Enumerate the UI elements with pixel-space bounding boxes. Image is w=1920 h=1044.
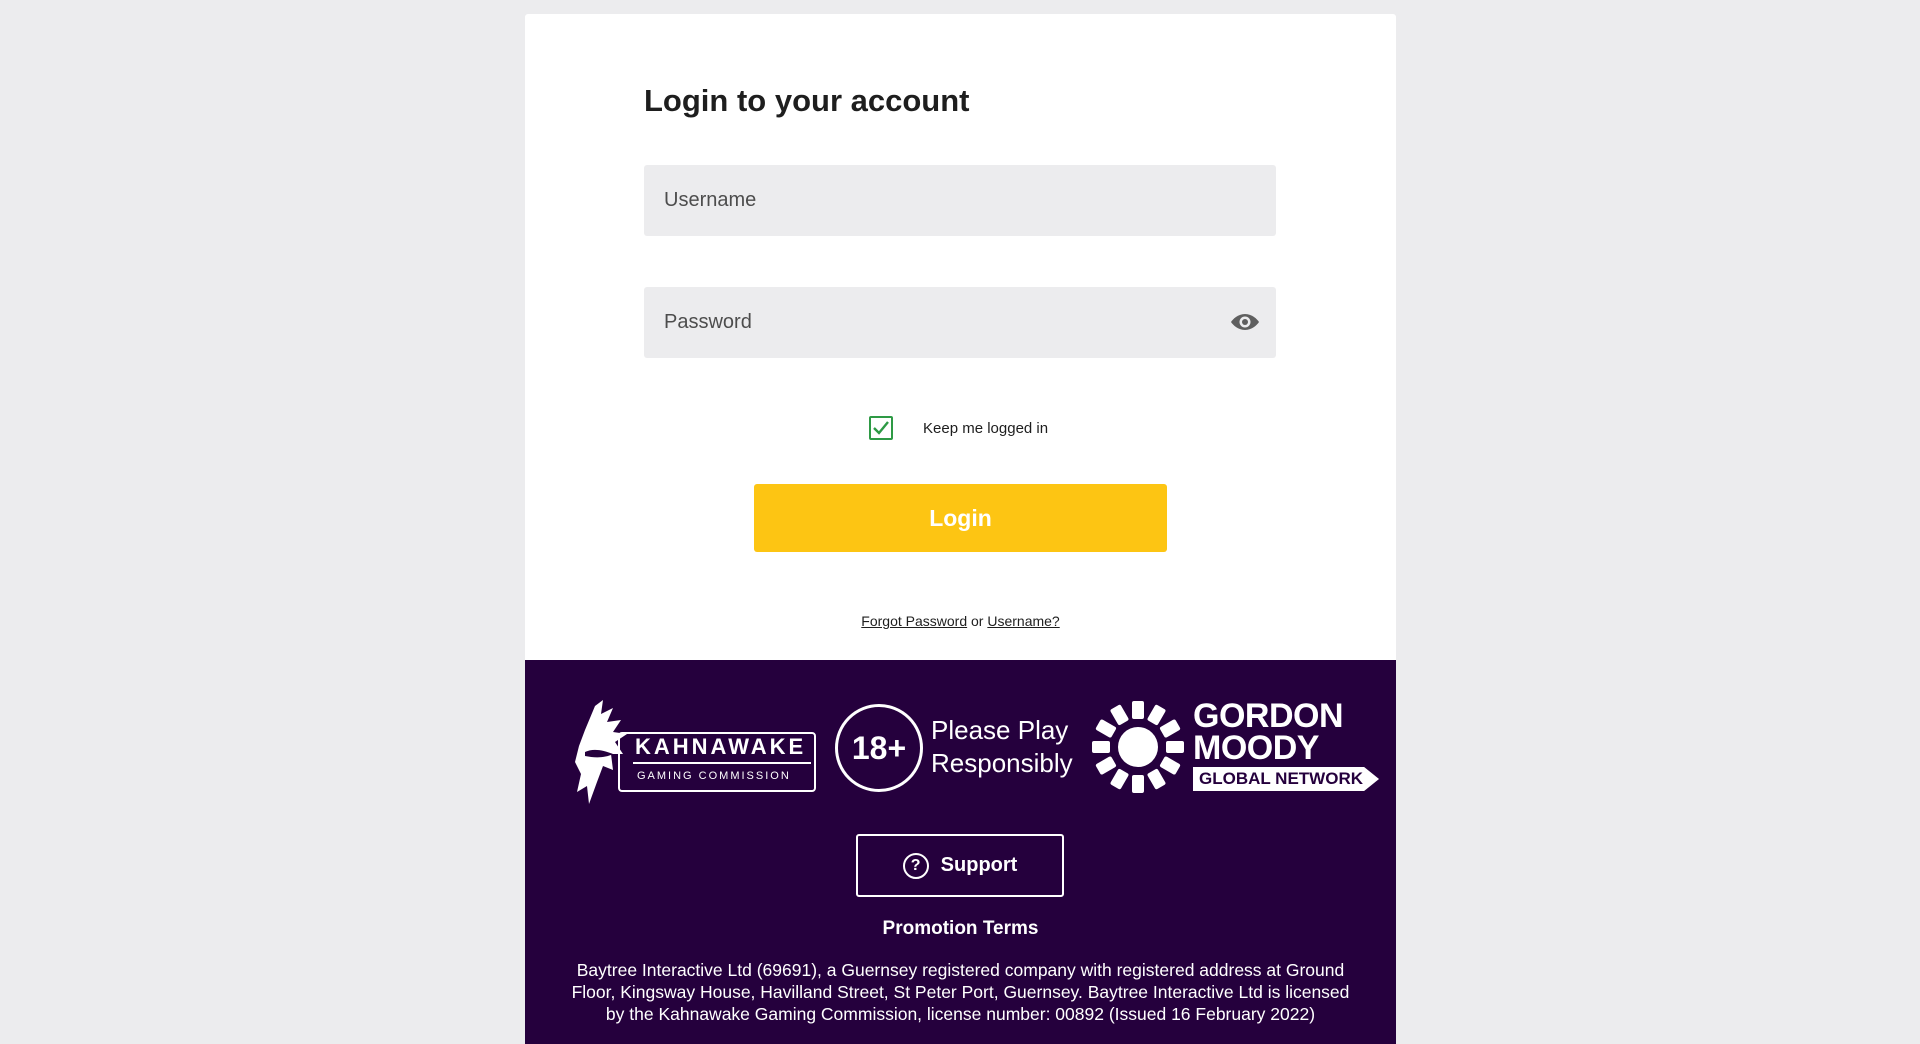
password-input[interactable] <box>664 287 1184 358</box>
question-circle-icon: ? <box>902 852 929 879</box>
gordon-moody-tag: GLOBAL NETWORK <box>1193 767 1380 791</box>
login-panel: Login to your account Keep me logged in … <box>525 14 1396 1044</box>
regulator-logos: KAHNAWAKE GAMING COMMISSION 18+ Please P… <box>525 697 1396 810</box>
play-line-2: Responsibly <box>931 748 1073 778</box>
promotion-terms-link[interactable]: Promotion Terms <box>525 918 1396 940</box>
password-field-container <box>644 287 1276 358</box>
gordon-line-2: MOODY <box>1193 729 1319 767</box>
play-responsibly-text: Please Play Responsibly <box>931 714 1091 780</box>
gordon-line-1: GORDON <box>1193 697 1344 735</box>
kahnawake-rule <box>633 762 811 764</box>
kahnawake-name: KAHNAWAKE <box>635 734 807 759</box>
play-line-1: Please Play <box>931 715 1069 745</box>
forgot-username-link[interactable]: Username? <box>987 613 1059 629</box>
age-badge: 18+ <box>835 704 923 792</box>
keep-logged-in-label: Keep me logged in <box>923 419 1049 437</box>
support-label: Support <box>940 854 1018 876</box>
kahnawake-subtitle: GAMING COMMISSION <box>637 770 791 782</box>
keep-logged-in-checkbox[interactable] <box>869 416 893 440</box>
forgot-password-link[interactable]: Forgot Password <box>861 613 967 629</box>
gordon-moody-name: GORDON MOODY <box>1193 697 1344 767</box>
eye-icon[interactable] <box>1230 310 1260 334</box>
or-text: or <box>971 613 984 629</box>
legal-text: Baytree Interactive Ltd (69691), a Guern… <box>571 960 1350 1024</box>
gordon-moody-emblem-icon <box>1092 701 1184 793</box>
login-button[interactable]: Login <box>754 484 1167 552</box>
keep-logged-in-row: Keep me logged in <box>869 416 1048 440</box>
username-field-container <box>644 165 1276 236</box>
forgot-links: Forgot Password or Username? <box>525 613 1396 629</box>
support-button[interactable]: ? Support <box>856 834 1064 897</box>
checkmark-icon <box>873 421 889 435</box>
username-input[interactable] <box>664 165 1184 236</box>
page-title: Login to your account <box>644 83 970 118</box>
footer: KAHNAWAKE GAMING COMMISSION 18+ Please P… <box>525 660 1396 1044</box>
